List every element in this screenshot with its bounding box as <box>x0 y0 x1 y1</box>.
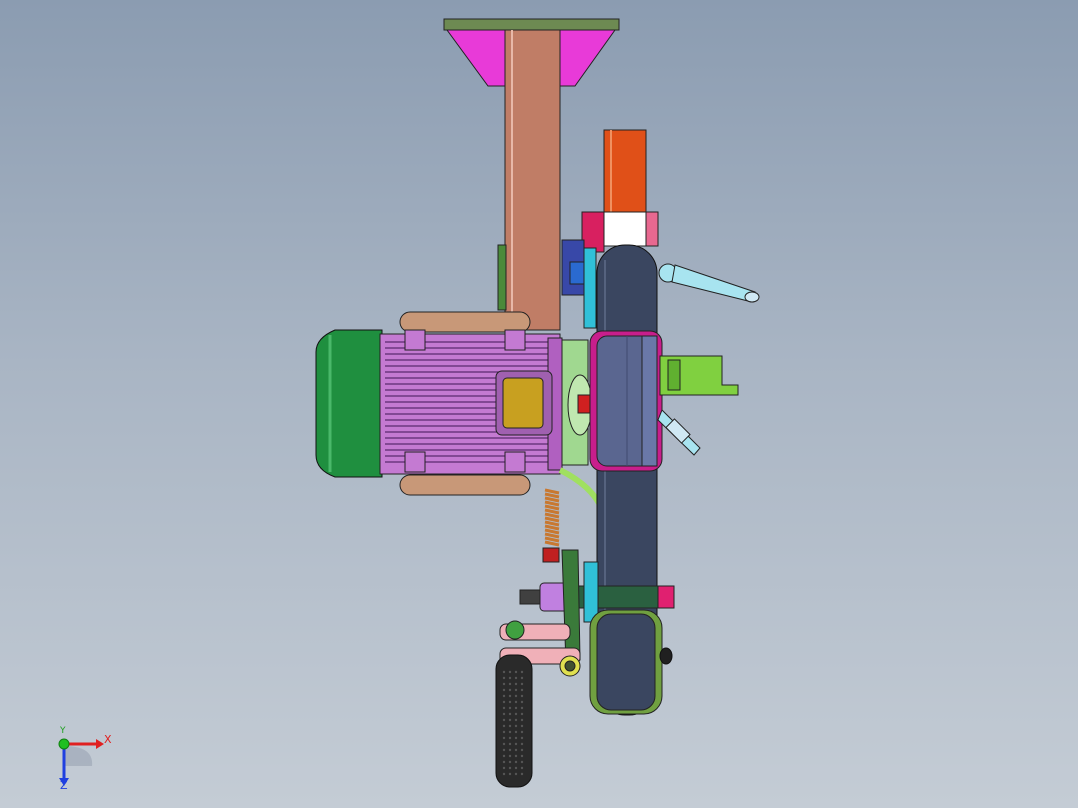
z-axis-label: Z <box>60 779 68 792</box>
clamp-lever-upper[interactable] <box>658 263 760 303</box>
terminal-box-lid <box>502 377 544 429</box>
y-axis-origin <box>58 738 70 750</box>
vertical-column <box>504 29 561 331</box>
left-gusset <box>446 29 506 87</box>
x-axis-arrow <box>96 739 104 749</box>
side-plate <box>497 244 507 311</box>
tension-spring <box>544 488 560 547</box>
cad-viewport[interactable]: X Y Z <box>0 0 1078 808</box>
clamp-lever-lower[interactable] <box>657 409 701 456</box>
right-gusset <box>559 29 616 87</box>
belt-grinder-model[interactable] <box>0 0 1078 808</box>
coordinate-triad: X Y Z <box>44 726 124 792</box>
motor-fan-cover <box>315 329 383 478</box>
handle-grip[interactable] <box>495 654 533 788</box>
triad-shadow <box>64 746 93 766</box>
y-axis-label: Y <box>60 726 66 736</box>
motor-flange-top <box>399 311 531 333</box>
x-axis-label: X <box>104 733 112 746</box>
top-plate <box>443 18 620 31</box>
motor-flange-bottom <box>399 474 531 496</box>
